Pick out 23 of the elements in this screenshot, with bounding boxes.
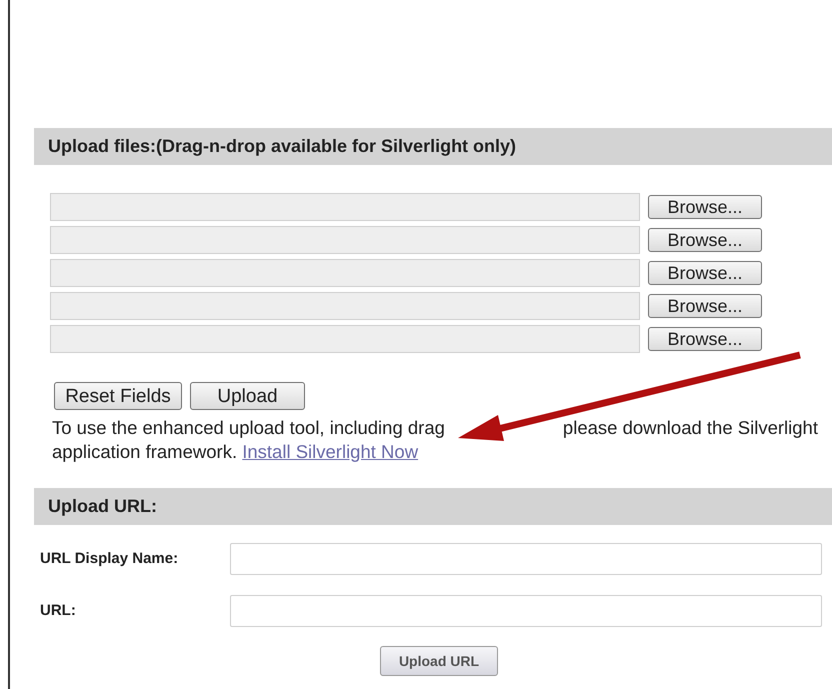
install-link[interactable]: Install Silverlight Now [242, 441, 418, 462]
browse-button[interactable]: Browse... [648, 294, 762, 318]
browse-button[interactable]: Browse... [648, 228, 762, 252]
field-label: URL: [40, 600, 77, 621]
notice-text: please download the Silverlight [562, 416, 818, 440]
browse-button[interactable]: Browse... [648, 261, 762, 285]
browse-button[interactable]: Browse... [648, 195, 762, 219]
section-header: Upload URL: [34, 488, 832, 525]
upload-url-button[interactable]: Upload URL [380, 646, 498, 676]
file-path-field[interactable] [50, 292, 640, 320]
section-header: Upload files:(Drag-n-drop available for Silverlight only) [34, 128, 832, 165]
file-path-field[interactable] [50, 226, 640, 254]
upload-button[interactable]: Upload [190, 382, 305, 410]
file-path-field[interactable] [50, 259, 640, 287]
notice-text: To use the enhanced upload tool, including drag [52, 416, 445, 440]
field-label: URL Display Name: [40, 548, 180, 569]
reset-fields-button[interactable]: Reset Fields [54, 382, 182, 410]
file-path-field[interactable] [50, 193, 640, 221]
file-path-field[interactable] [50, 325, 640, 353]
notice-text: application framework. Install Silverlight Now [52, 440, 418, 464]
text-field[interactable] [230, 543, 822, 575]
browse-button[interactable]: Browse... [648, 327, 762, 351]
text-field[interactable] [230, 595, 822, 627]
